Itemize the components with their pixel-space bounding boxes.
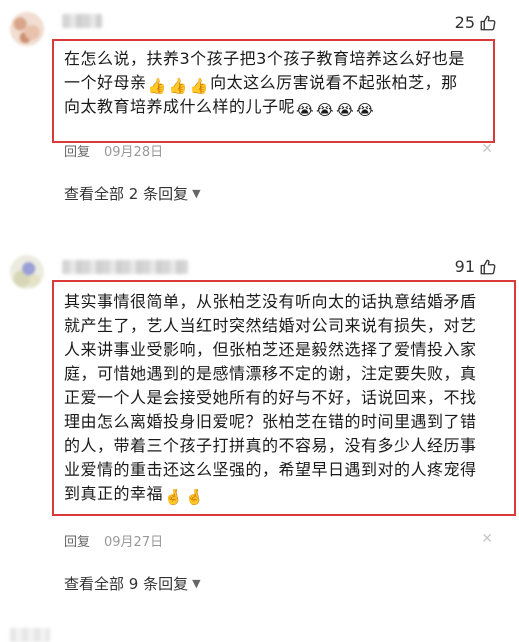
comment-meta: 回复 09月28日: [64, 141, 163, 160]
comment-line-text: 到真正的幸福: [64, 484, 164, 503]
view-all-replies-button[interactable]: 查看全部 2 条回复 ▼: [64, 183, 201, 204]
chevron-down-icon: ▼: [192, 187, 201, 200]
chevron-down-icon: ▼: [192, 577, 201, 590]
comment-text: 在怎么说，扶养3个孩子把3个孩子教育培养这么好也是 一个好母亲👍 👍 👍向太这么厉害…: [64, 47, 465, 119]
close-icon[interactable]: ✕: [481, 531, 493, 547]
comment-line: 其实事情很简单，从张柏芝没有听向太的话执意结婚矛盾: [64, 292, 477, 311]
comment-text: 其实事情很简单，从张柏芝没有听向太的话执意结婚矛盾 就产生了，艺人当红时突然结婚…: [64, 290, 477, 506]
comment-list: 25 在怎么说，扶养3个孩子把3个孩子教育培养这么好也是 一个好母亲👍 👍 👍向太这…: [0, 0, 519, 642]
comment-date: 09月27日: [104, 535, 164, 550]
comment-line-text: 向太教育培养成什么样的儿子呢: [64, 97, 296, 116]
comment-line: 的人，带着三个孩子打拼真的不容易，没有多少人经历事: [64, 436, 477, 455]
comment-line-text: 向太这么厉害说看不起张柏芝，那: [210, 73, 458, 92]
comment-line: 向太教育培养成什么样的儿子呢😭 😭 😭 😭: [64, 95, 465, 119]
highlighted-comment-text: 其实事情很简单，从张柏芝没有听向太的话执意结婚矛盾 就产生了，艺人当红时突然结婚…: [52, 280, 516, 516]
username-redacted: [62, 14, 102, 28]
comment-meta: 回复 09月27日: [64, 531, 163, 550]
comment-line: 就产生了，艺人当红时突然结婚对公司来说有损失，对艺: [64, 316, 477, 335]
comment-line: 到真正的幸福🤞 🤞: [64, 482, 477, 506]
reply-button[interactable]: 回复: [64, 141, 90, 160]
comment-line: 正爱一个人是会接受她所有的好与不好，话说回来，不找: [64, 388, 477, 407]
crossed-fingers-emoji-icon: 🤞: [164, 488, 184, 506]
crossed-fingers-emoji-icon: 🤞: [185, 488, 205, 506]
view-all-replies-label: 查看全部 2 条回复: [64, 185, 189, 203]
next-comment-avatar-partial: [10, 628, 50, 642]
crying-emoji-icon: 😭: [356, 101, 375, 119]
thumbs-up-icon: [480, 15, 496, 30]
username-redacted: [62, 260, 188, 274]
crying-emoji-icon: 😭: [336, 101, 355, 119]
reply-button[interactable]: 回复: [64, 531, 90, 550]
thumbs-up-emoji-icon: 👍: [168, 77, 188, 95]
comment-date: 09月28日: [104, 145, 164, 160]
thumbs-up-emoji-icon: 👍: [147, 77, 167, 95]
crying-emoji-icon: 😭: [316, 101, 335, 119]
close-icon[interactable]: ✕: [481, 141, 493, 157]
avatar[interactable]: [10, 12, 44, 46]
like-count: 25: [454, 13, 475, 32]
crying-emoji-icon: 😭: [296, 101, 315, 119]
view-all-replies-button[interactable]: 查看全部 9 条回复 ▼: [64, 573, 201, 594]
like-button[interactable]: 91: [455, 257, 497, 276]
comment-line: 在怎么说，扶养3个孩子把3个孩子教育培养这么好也是: [64, 49, 465, 68]
comment-line: 理由怎么离婚投身旧爱呢？张柏芝在错的时间里遇到了错: [64, 412, 477, 431]
avatar[interactable]: [10, 255, 44, 289]
comment-line: 一个好母亲👍 👍 👍向太这么厉害说看不起张柏芝，那: [64, 71, 465, 95]
thumbs-up-emoji-icon: 👍: [189, 77, 210, 95]
like-button[interactable]: 25: [455, 13, 497, 32]
comment-line: 人来讲事业受影响，但张柏芝还是毅然选择了爱情投入家: [64, 340, 477, 359]
like-count: 91: [454, 257, 475, 276]
comment-line-text: 一个好母亲: [64, 73, 147, 92]
view-all-replies-label: 查看全部 9 条回复: [64, 575, 189, 593]
comment-line: 业爱情的重击还这么坚强的，希望早日遇到对的人疼宠得: [64, 460, 477, 479]
comment-line: 庭，可惜她遇到的是感情漂移不定的谢，注定要失败，真: [64, 364, 477, 383]
thumbs-up-icon: [480, 259, 496, 274]
highlighted-comment-text: 在怎么说，扶养3个孩子把3个孩子教育培养这么好也是 一个好母亲👍 👍 👍向太这么厉害…: [52, 39, 495, 143]
